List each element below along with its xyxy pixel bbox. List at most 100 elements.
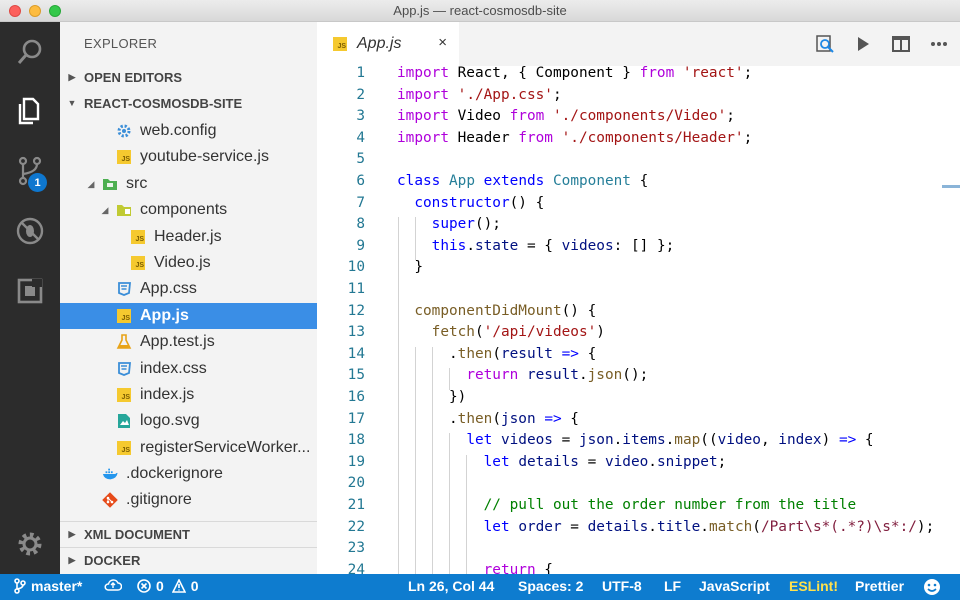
search-file-icon [816, 35, 834, 53]
tree-item-register-service-worker[interactable]: JS registerServiceWorker... [60, 435, 317, 461]
language-mode[interactable]: JavaScript [699, 578, 770, 594]
code-line: 15 return result.json(); [317, 365, 960, 387]
tree-item-index-js[interactable]: JS index.js [60, 382, 317, 408]
code-line: 18 let videos = json.items.map((video, i… [317, 430, 960, 452]
line-number: 21 [347, 497, 365, 513]
code-line: 14 .then(result => { [317, 344, 960, 366]
tree-item-header-js[interactable]: JS Header.js [60, 224, 317, 250]
eol-setting[interactable]: LF [664, 578, 681, 594]
tree-item-label: Video.js [154, 254, 211, 271]
title-bar: App.js — react-cosmosdb-site [0, 0, 960, 22]
tree-item-label: Header.js [154, 228, 222, 245]
line-number: 12 [347, 302, 365, 319]
section-xml-document[interactable]: ▶ XML DOCUMENT [60, 521, 317, 547]
more-actions-button[interactable] [928, 33, 950, 55]
tree-item-label: .dockerignore [126, 465, 223, 482]
branch-indicator[interactable]: master* [14, 578, 82, 594]
image-file-icon [116, 413, 132, 429]
code-text: import './App.css'; [397, 86, 562, 103]
debug-activity[interactable] [0, 203, 60, 259]
tree-item-gitignore[interactable]: .gitignore [60, 487, 317, 513]
tree-item-dockerignore[interactable]: .dockerignore [60, 461, 317, 487]
code-line: 16 }) [317, 387, 960, 409]
section-open-editors[interactable]: ▶ OPEN EDITORS [60, 64, 317, 90]
source-control-activity[interactable]: 1 [0, 143, 60, 199]
line-number: 9 [356, 237, 365, 254]
scm-badge: 1 [28, 173, 47, 192]
tab-label: App.js [357, 35, 402, 52]
tree-item-app-test-js[interactable]: App.test.js [60, 329, 317, 355]
code-line: 23 [317, 538, 960, 560]
folder-icon [102, 176, 118, 192]
tab-app-js[interactable]: JS App.js × [317, 22, 459, 66]
code-text: .then(json => { [397, 410, 579, 427]
code-line: 1 import React, { Component } from 'react… [317, 66, 960, 85]
code-text: import React, { Component } from 'react'… [397, 66, 753, 81]
line-number: 18 [347, 432, 365, 449]
tree-item-logo-svg[interactable]: logo.svg [60, 408, 317, 434]
prettier-status[interactable]: Prettier [855, 578, 904, 594]
eslint-status[interactable]: ESLint! [789, 578, 838, 594]
open-changes-button[interactable] [814, 33, 836, 55]
feedback-button[interactable] [923, 578, 946, 596]
code-text: return result.json(); [466, 367, 649, 384]
code-line: 19 let details = video.snippet; [317, 452, 960, 474]
chevron-right-icon: ▶ [68, 528, 76, 539]
window-title: App.js — react-cosmosdb-site [393, 3, 567, 18]
section-docker[interactable]: ▶ DOCKER [60, 547, 317, 573]
tree-item-label: .gitignore [126, 491, 192, 508]
sync-button[interactable] [104, 578, 127, 592]
tree-item-index-css[interactable]: index.css [60, 356, 317, 382]
explorer-activity[interactable] [0, 83, 60, 139]
search-activity[interactable] [0, 24, 60, 80]
js-file-icon: JS [130, 229, 146, 245]
tree-item-label: logo.svg [140, 412, 200, 429]
code-line: 3 import Video from './components/Video'; [317, 106, 960, 128]
extensions-activity[interactable] [0, 263, 60, 319]
cloud-upload-icon [104, 579, 122, 591]
flask-icon [116, 334, 132, 350]
chevron-down-icon: ◢ [101, 204, 109, 215]
smiley-icon [924, 579, 940, 595]
line-number: 5 [356, 151, 365, 168]
code-text: .then(result => { [397, 345, 597, 362]
encoding-setting[interactable]: UTF-8 [602, 578, 642, 594]
tree-item-web-config[interactable]: web.config [60, 118, 317, 144]
more-icon [931, 42, 947, 46]
tree-item-video-js[interactable]: JS Video.js [60, 250, 317, 276]
code-line: 2 import './App.css'; [317, 85, 960, 107]
line-number: 24 [347, 561, 365, 574]
tree-item-app-js[interactable]: JS App.js [60, 303, 317, 329]
section-project[interactable]: ▼ REACT-COSMOSDB-SITE [60, 90, 317, 116]
code-text: componentDidMount() { [414, 302, 597, 319]
play-icon [858, 37, 869, 51]
docker-icon [102, 466, 118, 482]
problems-indicator[interactable]: 0 0 [137, 578, 199, 594]
gear-icon [116, 123, 132, 139]
code-line: 9 this.state = { videos: [] }; [317, 236, 960, 258]
tree-item-app-css[interactable]: App.css [60, 276, 317, 302]
error-icon [137, 579, 151, 593]
code-editor[interactable]: 1 import React, { Component } from 'react… [317, 66, 960, 574]
line-number: 23 [347, 540, 365, 557]
indentation-setting[interactable]: Spaces: 2 [518, 578, 583, 594]
sidebar-title: EXPLORER [84, 36, 158, 51]
code-line: 22 let order = details.title.match(/Part… [317, 517, 960, 539]
tree-item-label: youtube-service.js [140, 148, 269, 165]
code-line: 17 .then(json => { [317, 409, 960, 431]
js-file-icon: JS [116, 387, 132, 403]
code-text: super(); [431, 216, 501, 233]
code-line: 7 constructor() { [317, 193, 960, 215]
section-label: REACT-COSMOSDB-SITE [84, 95, 243, 111]
extensions-icon [17, 278, 43, 304]
tree-item-src[interactable]: ◢ src [60, 171, 317, 197]
line-number: 17 [347, 410, 365, 427]
cursor-position[interactable]: Ln 26, Col 44 [408, 578, 494, 594]
tree-item-components[interactable]: ◢ components [60, 197, 317, 223]
split-editor-button[interactable] [890, 33, 912, 55]
line-number: 3 [356, 108, 365, 125]
run-button[interactable] [852, 33, 874, 55]
close-tab-button[interactable]: × [438, 34, 447, 51]
tree-item-youtube-service[interactable]: JS youtube-service.js [60, 144, 317, 170]
manage-activity[interactable] [0, 516, 60, 572]
